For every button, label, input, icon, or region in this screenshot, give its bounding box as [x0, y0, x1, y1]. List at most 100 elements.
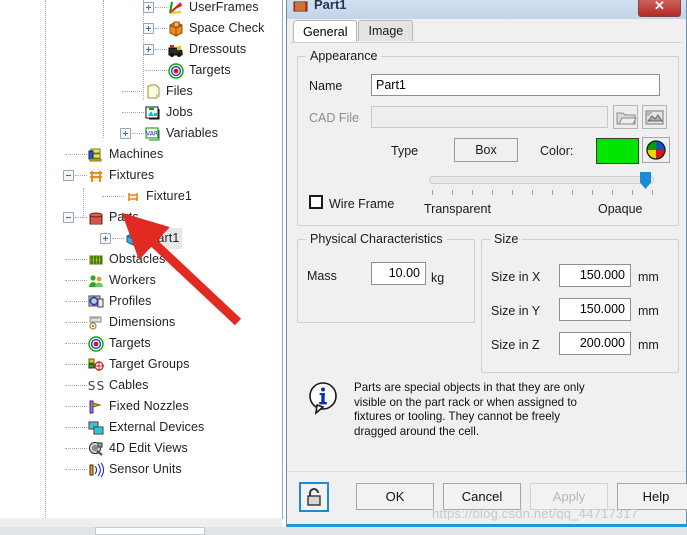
profiles-icon: [88, 294, 104, 310]
tree-item-label: Fixtures: [109, 168, 155, 182]
name-label: Name: [309, 79, 343, 93]
slider-tick: [632, 190, 633, 195]
info-line-1: Parts are special objects in that they a…: [354, 381, 585, 394]
color-swatch[interactable]: [596, 138, 639, 164]
type-value-button[interactable]: Box: [454, 138, 518, 162]
padlock-icon[interactable]: [299, 482, 329, 512]
expand-icon[interactable]: [143, 2, 154, 13]
slider-min-label: Transparent: [424, 202, 491, 216]
dialog-tabs[interactable]: General Image: [293, 20, 414, 43]
ok-button[interactable]: OK: [356, 483, 434, 510]
targets-icon: [88, 336, 104, 352]
slider-tick: [652, 190, 653, 195]
name-input[interactable]: Part1: [371, 74, 660, 96]
svg-text:S S: S S: [88, 379, 104, 393]
dressouts-icon: [168, 42, 184, 58]
size-x-input[interactable]: 150.000: [559, 264, 631, 287]
slider-tick: [532, 190, 533, 195]
info-line-2: visible on the part rack or when assigne…: [354, 395, 577, 409]
slider-tick: [592, 190, 593, 195]
dialog-title: Part1: [314, 0, 347, 12]
expand-icon[interactable]: [100, 233, 111, 244]
tree-item-part1[interactable]: Part1: [0, 228, 282, 249]
tree-item-label: Sensor Units: [109, 462, 182, 476]
tree-item-jobs[interactable]: Jobs: [0, 102, 282, 123]
obstacles-icon: [88, 252, 104, 268]
transparency-slider-track[interactable]: [429, 176, 654, 184]
tree-item-machines[interactable]: Machines: [0, 144, 282, 165]
taskbar-item[interactable]: [95, 527, 205, 535]
folder-open-icon[interactable]: [613, 105, 638, 129]
tree-item-cables[interactable]: S S Cables: [0, 375, 282, 396]
tree-item-label: Dimensions: [109, 315, 176, 329]
workers-icon: [88, 273, 104, 289]
files-icon: [145, 84, 161, 100]
cad-import-icon[interactable]: [642, 105, 667, 129]
slider-tick: [452, 190, 453, 195]
tree-item-label: Targets: [109, 336, 151, 350]
targets-icon: [168, 63, 184, 79]
info-icon: [306, 381, 340, 415]
tree-item-label: External Devices: [109, 420, 205, 434]
tab-image[interactable]: Image: [358, 20, 414, 41]
tree-item-obstacles[interactable]: Obstacles: [0, 249, 282, 270]
part-properties-dialog[interactable]: Part1 ✕ General Image Appearance Name Pa…: [286, 0, 687, 529]
machines-icon: [88, 147, 104, 163]
fixture1-icon: [125, 189, 141, 205]
expand-icon[interactable]: [143, 23, 154, 34]
svg-text:VAR: VAR: [146, 131, 158, 138]
tree-item-dressouts[interactable]: Dressouts: [0, 39, 282, 60]
size-z-input[interactable]: 200.000: [559, 332, 631, 355]
tree-item-label: Obstacles: [109, 252, 166, 266]
collapse-icon[interactable]: [63, 212, 74, 223]
slider-tick: [572, 190, 573, 195]
dialog-titlebar[interactable]: Part1 ✕: [287, 0, 686, 19]
tree-item-fixtures[interactable]: Fixtures: [0, 165, 282, 186]
tree-item-fixed nozzles[interactable]: Fixed Nozzles: [0, 396, 282, 417]
color-wheel-icon[interactable]: [642, 137, 670, 163]
targetgroups-icon: [88, 357, 104, 373]
mass-input[interactable]: 10.00: [371, 262, 426, 285]
tree-item-targets[interactable]: Targets: [0, 60, 282, 81]
tree-item-external devices[interactable]: External Devices: [0, 417, 282, 438]
dimensions-icon: [88, 315, 104, 331]
tree-item-variables[interactable]: VAR Variables: [0, 123, 282, 144]
wireframe-checkbox[interactable]: [309, 195, 323, 209]
tab-general[interactable]: General: [293, 20, 358, 43]
tree-item-workers[interactable]: Workers: [0, 270, 282, 291]
object-tree-panel[interactable]: UserFrames Space Check Dressouts Targets Fil…: [0, 0, 283, 519]
size-y-input[interactable]: 150.000: [559, 298, 631, 321]
collapse-icon[interactable]: [63, 170, 74, 181]
info-line-3: fixtures or tooling. They cannot be free…: [354, 410, 561, 423]
tree-item-parts[interactable]: Parts: [0, 207, 282, 228]
slider-tick: [512, 190, 513, 195]
tree-item-label: Fixture1: [146, 189, 192, 203]
slider-max-label: Opaque: [598, 202, 643, 216]
tree-item-dimensions[interactable]: Dimensions: [0, 312, 282, 333]
expand-icon[interactable]: [120, 128, 131, 139]
slider-tick: [432, 190, 433, 195]
tree-item-label: Dressouts: [189, 42, 247, 56]
tree-item-files[interactable]: Files: [0, 81, 282, 102]
tree-item-space check[interactable]: Space Check: [0, 18, 282, 39]
cad-file-label: CAD File: [309, 111, 360, 125]
jobs-icon: [145, 105, 161, 121]
size-x-unit: mm: [638, 270, 659, 284]
tree-item-4d edit views[interactable]: 4D Edit Views: [0, 438, 282, 459]
tree-item-targets[interactable]: Targets: [0, 333, 282, 354]
spacecheck-icon: [168, 21, 184, 37]
tree-item-label: 4D Edit Views: [109, 441, 188, 455]
tree-item-userframes[interactable]: UserFrames: [0, 0, 282, 18]
tree-item-sensor units[interactable]: Sensor Units: [0, 459, 282, 480]
cad-file-input[interactable]: [371, 106, 608, 128]
tree-item-fixture1[interactable]: Fixture1: [0, 186, 282, 207]
tree-item-label: Fixed Nozzles: [109, 399, 189, 413]
tree-item-label: Files: [166, 84, 193, 98]
type-label: Type: [391, 144, 419, 158]
tree-item-target groups[interactable]: Target Groups: [0, 354, 282, 375]
part-icon: [293, 0, 309, 14]
tree-item-profiles[interactable]: Profiles: [0, 291, 282, 312]
size-group-title: Size: [490, 232, 523, 246]
expand-icon[interactable]: [143, 44, 154, 55]
close-icon[interactable]: ✕: [638, 0, 681, 17]
